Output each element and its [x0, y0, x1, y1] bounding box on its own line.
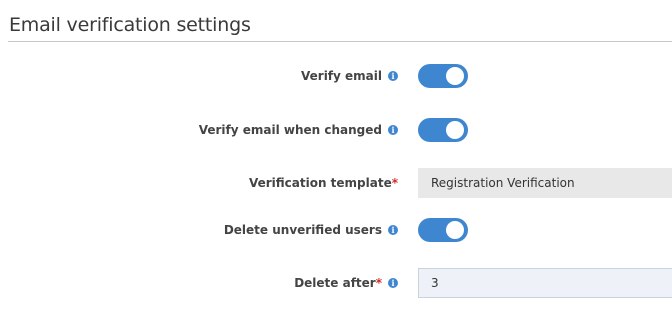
section-divider — [8, 41, 672, 42]
setting-row-verification-template: Verification template* Registration Veri… — [0, 168, 672, 198]
setting-row-delete-after: Delete after* i 3 — [0, 268, 672, 298]
info-icon[interactable]: i — [388, 125, 398, 135]
delete-unverified-label: Delete unverified users — [223, 223, 382, 237]
verify-email-label: Verify email — [301, 69, 382, 83]
verify-email-changed-toggle[interactable] — [418, 118, 468, 142]
setting-row-verify-email: Verify email i — [0, 61, 672, 91]
required-mark: * — [375, 276, 382, 290]
toggle-knob — [446, 221, 464, 239]
delete-unverified-toggle[interactable] — [418, 218, 468, 242]
setting-row-delete-unverified: Delete unverified users i — [0, 215, 672, 245]
delete-after-input[interactable]: 3 — [418, 268, 672, 298]
toggle-knob — [446, 121, 464, 139]
setting-row-verify-email-changed: Verify email when changed i — [0, 115, 672, 145]
info-icon[interactable]: i — [388, 278, 398, 288]
toggle-knob — [446, 67, 464, 85]
info-icon[interactable]: i — [388, 225, 398, 235]
info-icon[interactable]: i — [388, 71, 398, 81]
verify-email-toggle[interactable] — [418, 64, 468, 88]
verification-template-select[interactable]: Registration Verification — [418, 168, 672, 198]
verification-template-label: Verification template* — [248, 176, 398, 190]
required-mark: * — [391, 176, 398, 190]
section-title: Email verification settings — [9, 14, 251, 36]
verify-email-changed-label: Verify email when changed — [198, 123, 382, 137]
delete-after-label: Delete after* — [294, 276, 382, 290]
